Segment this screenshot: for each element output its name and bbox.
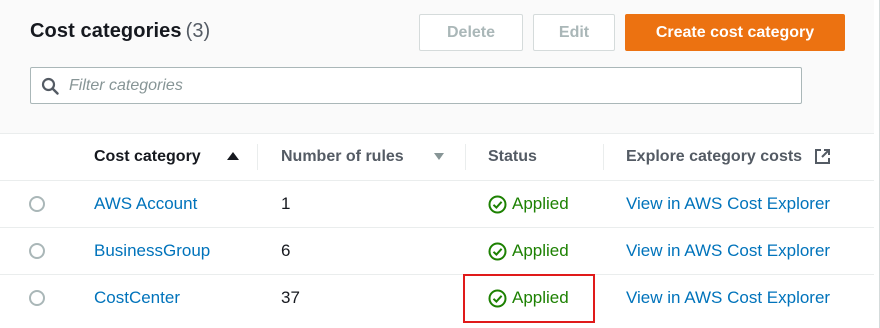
column-header-cost-category[interactable]: Cost category	[94, 133, 244, 180]
table-row: CostCenter 37 Applied View in AWS Cost E…	[0, 274, 874, 321]
status-text: Applied	[512, 194, 569, 213]
column-divider[interactable]	[603, 144, 604, 170]
column-header-status: Status	[488, 147, 537, 165]
number-of-rules: 6	[281, 241, 291, 260]
filter-box	[30, 67, 802, 104]
search-icon	[41, 77, 59, 95]
external-link-icon	[815, 149, 830, 164]
sort-ascending-icon[interactable]	[227, 152, 239, 160]
highlight-annotation-box	[463, 274, 595, 323]
status-badge: Applied	[488, 228, 569, 274]
column-header-number-of-rules[interactable]: Number of rules	[281, 133, 451, 180]
category-count: (3)	[185, 20, 211, 42]
row-select-radio[interactable]	[29, 290, 45, 306]
panel-header: Cost categories (3) Delete Edit Create co…	[0, 0, 874, 134]
cost-category-link[interactable]: CostCenter	[94, 275, 180, 321]
table-row: BusinessGroup 6 Applied View in AWS Cost…	[0, 227, 874, 274]
status-badge: Applied	[488, 181, 569, 227]
cost-category-link[interactable]: AWS Account	[94, 181, 197, 227]
column-divider[interactable]	[465, 144, 466, 170]
row-select-radio[interactable]	[29, 196, 45, 212]
check-circle-icon	[488, 242, 507, 260]
edit-button[interactable]: Edit	[533, 14, 615, 51]
view-in-cost-explorer-link[interactable]: View in AWS Cost Explorer	[626, 228, 830, 274]
row-select-radio[interactable]	[29, 243, 45, 259]
title-text: Cost categories	[30, 20, 182, 42]
page-title: Cost categories (3)	[30, 20, 210, 43]
number-of-rules: 37	[281, 288, 300, 307]
create-cost-category-button[interactable]: Create cost category	[625, 14, 845, 51]
view-in-cost-explorer-link[interactable]: View in AWS Cost Explorer	[626, 275, 830, 321]
check-circle-icon	[488, 195, 507, 213]
column-divider[interactable]	[257, 144, 258, 170]
table-row: AWS Account 1 Applied View in AWS Cost E…	[0, 180, 874, 227]
number-of-rules: 1	[281, 194, 291, 213]
column-header-explore-category-costs: Explore category costs	[626, 147, 803, 165]
filter-categories-input[interactable]	[69, 68, 789, 103]
cost-categories-panel: Cost categories (3) Delete Edit Create co…	[0, 0, 880, 328]
status-text: Applied	[512, 241, 569, 260]
cost-category-link[interactable]: BusinessGroup	[94, 228, 210, 274]
sort-descending-icon[interactable]	[434, 153, 444, 160]
view-in-cost-explorer-link[interactable]: View in AWS Cost Explorer	[626, 181, 830, 227]
delete-button[interactable]: Delete	[419, 14, 523, 51]
